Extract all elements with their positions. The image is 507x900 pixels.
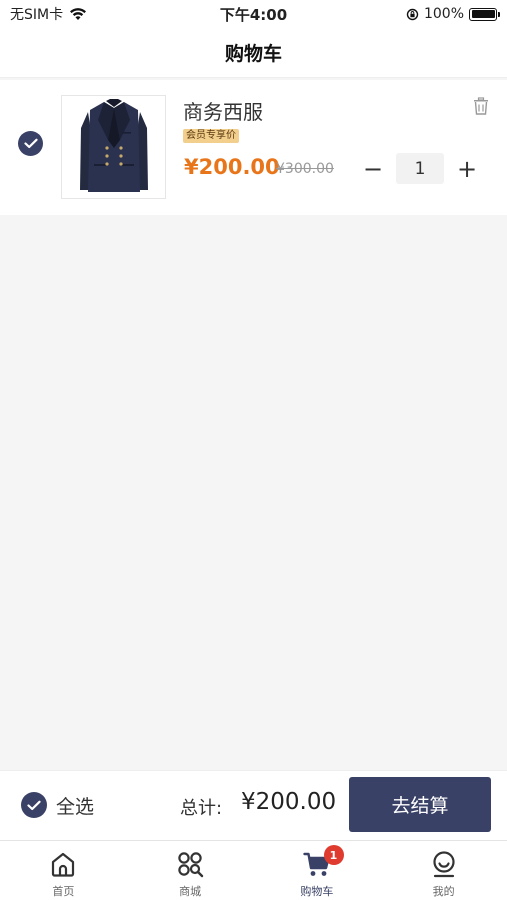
total-label: 总计: (180, 798, 223, 819)
app-screen: 无SIM卡 下午4:00 100% 购物车 商务西服 会员专享价 ¥200.00… (0, 0, 507, 900)
suit-jacket-icon (79, 99, 148, 192)
tab-mall[interactable]: 商城 (127, 841, 254, 900)
quantity-increase-button[interactable]: + (454, 155, 480, 183)
tab-home[interactable]: 首页 (0, 841, 127, 900)
select-all-checkbox[interactable] (21, 792, 47, 818)
tab-bar: 首页 商城 1 购物车 我的 (0, 840, 507, 900)
item-checkbox[interactable] (18, 131, 43, 156)
battery-level (471, 10, 495, 18)
mall-icon (178, 852, 204, 878)
nav-bar: 购物车 (0, 28, 507, 78)
wifi-icon (70, 8, 87, 20)
status-right: 100% (406, 6, 500, 22)
cart-badge: 1 (323, 845, 344, 865)
product-image[interactable] (61, 95, 166, 199)
product-price: ¥200.00 (184, 155, 280, 179)
checkmark-icon (27, 800, 41, 810)
tab-label: 购物车 (300, 885, 334, 898)
quantity-decrease-button[interactable]: − (360, 155, 386, 183)
profile-icon (433, 851, 455, 878)
checkmark-icon (23, 138, 38, 149)
quantity-input[interactable]: 1 (396, 153, 444, 184)
total-amount: ¥200.00 (241, 789, 337, 815)
carrier-label: 无SIM卡 (10, 7, 64, 23)
battery-icon (469, 7, 500, 21)
tab-cart[interactable]: 1 购物车 (254, 841, 381, 900)
select-all-label[interactable]: 全选 (56, 792, 94, 819)
product-name[interactable]: 商务西服 (183, 96, 263, 125)
home-icon (52, 852, 75, 877)
page-title: 购物车 (224, 43, 282, 65)
status-left: 无SIM卡 (10, 4, 87, 24)
member-price-badge: 会员专享价 (183, 129, 239, 143)
tab-label: 首页 (52, 885, 75, 898)
orientation-lock-icon (406, 8, 419, 20)
trash-icon (474, 97, 488, 115)
original-price: ¥300.00 (276, 161, 334, 177)
tab-profile[interactable]: 我的 (380, 841, 507, 900)
tab-label: 商城 (179, 885, 202, 898)
tab-label: 我的 (432, 885, 455, 898)
delete-button[interactable] (471, 96, 491, 116)
status-bar: 无SIM卡 下午4:00 100% (0, 0, 507, 28)
checkout-button[interactable]: 去结算 (349, 777, 491, 832)
battery-percent: 100% (423, 6, 464, 22)
